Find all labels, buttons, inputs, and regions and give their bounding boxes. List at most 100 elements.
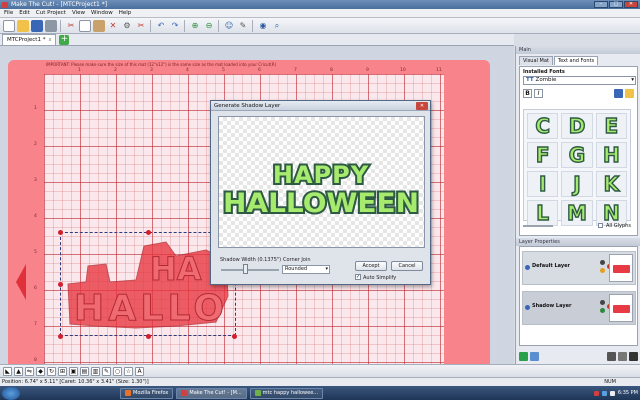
glyph-cell[interactable]: D bbox=[561, 113, 593, 139]
maximize-button[interactable]: □ bbox=[609, 1, 623, 8]
shadow-icon[interactable]: ▣ bbox=[69, 366, 78, 376]
selection-handle[interactable] bbox=[58, 282, 63, 287]
tab-visual-mat[interactable]: Visual Mat bbox=[519, 56, 553, 65]
settings-icon[interactable]: ⚙ bbox=[121, 20, 133, 32]
glyph-size-slider[interactable] bbox=[523, 225, 553, 227]
glyph-cell[interactable]: C bbox=[527, 113, 559, 139]
menu-window[interactable]: Window bbox=[91, 10, 113, 16]
scissors-icon[interactable]: ✂ bbox=[135, 20, 147, 32]
accept-button[interactable]: Accept bbox=[355, 261, 387, 271]
redo-icon[interactable]: ↷ bbox=[169, 20, 181, 32]
user-icon[interactable]: ☺ bbox=[223, 20, 235, 32]
clock[interactable]: 6:35 PM bbox=[618, 390, 638, 396]
text-tool-icon[interactable] bbox=[614, 89, 623, 98]
eye-icon[interactable] bbox=[600, 300, 605, 305]
close-button[interactable]: ✕ bbox=[624, 1, 638, 8]
menu-file[interactable]: File bbox=[4, 10, 13, 16]
menu-help[interactable]: Help bbox=[119, 10, 132, 16]
menu-view[interactable]: View bbox=[72, 10, 85, 16]
print-layer-icon[interactable] bbox=[607, 351, 616, 361]
trace-icon[interactable]: ✎ bbox=[102, 366, 111, 376]
glyph-cell[interactable]: J bbox=[561, 171, 593, 197]
start-button[interactable] bbox=[2, 386, 20, 400]
tab-mtcproject1[interactable]: MTCProject1 * x bbox=[2, 34, 57, 45]
shadow-width-track[interactable] bbox=[221, 269, 279, 271]
task-firefox[interactable]: Mozilla Firefox bbox=[120, 387, 174, 399]
shadow-width-slider[interactable] bbox=[242, 264, 248, 274]
glyph-cell[interactable]: H bbox=[595, 142, 627, 168]
layer-more-icon[interactable] bbox=[629, 351, 638, 361]
corner-join-select[interactable]: Rounded ▾ bbox=[282, 265, 330, 274]
copy-icon[interactable] bbox=[79, 19, 91, 32]
all-glyphs-checkbox[interactable] bbox=[598, 223, 603, 228]
node-edit-icon[interactable]: ◣ bbox=[3, 366, 12, 376]
glyph-cell[interactable]: I bbox=[527, 171, 559, 197]
layer-default[interactable]: Default Layer bbox=[522, 251, 636, 285]
layer-options-icon[interactable] bbox=[530, 351, 539, 361]
font-select[interactable]: TT Zombie ▾ bbox=[523, 76, 636, 85]
circle-icon[interactable]: ○ bbox=[113, 366, 122, 376]
weld-icon[interactable]: ⊞ bbox=[58, 366, 67, 376]
ruler-tick: 7 bbox=[294, 68, 297, 73]
cut-icon[interactable]: ✂ bbox=[65, 20, 77, 32]
glyph-cell[interactable]: E bbox=[595, 113, 627, 139]
star-icon[interactable]: ☆ bbox=[124, 366, 133, 376]
search-icon[interactable]: ⌕ bbox=[271, 20, 283, 32]
add-layer-icon[interactable] bbox=[519, 351, 528, 361]
new-icon[interactable] bbox=[3, 19, 15, 32]
flip-icon[interactable]: ⇋ bbox=[25, 366, 34, 376]
print-icon[interactable] bbox=[45, 19, 57, 32]
globe-icon[interactable]: ◉ bbox=[257, 20, 269, 32]
task-image[interactable]: mtc happy hallowee... bbox=[249, 387, 324, 399]
selection-handle[interactable] bbox=[146, 230, 151, 235]
dialog-close-button[interactable]: ✕ bbox=[416, 102, 428, 110]
rotate-icon[interactable]: ↻ bbox=[47, 366, 56, 376]
paste-text-icon[interactable] bbox=[625, 89, 634, 98]
task-make-the-cut[interactable]: Make The Cut! - [M... bbox=[176, 387, 247, 399]
glyph-cell[interactable]: L bbox=[527, 200, 559, 226]
network-icon[interactable] bbox=[601, 390, 607, 396]
volume-icon[interactable] bbox=[609, 390, 615, 396]
lock-icon[interactable] bbox=[600, 268, 605, 273]
text-icon[interactable]: A bbox=[135, 366, 144, 376]
save-icon[interactable] bbox=[31, 19, 43, 32]
selection-handle[interactable] bbox=[232, 334, 237, 339]
menu-cut-project[interactable]: Cut Project bbox=[36, 10, 66, 16]
scroll-left-arrow[interactable] bbox=[16, 264, 26, 300]
menu-edit[interactable]: Edit bbox=[19, 10, 30, 16]
delete-icon[interactable]: ✕ bbox=[107, 20, 119, 32]
group-icon[interactable]: ▤ bbox=[80, 366, 89, 376]
lock-icon[interactable] bbox=[600, 308, 605, 313]
glyph-cell[interactable]: F bbox=[527, 142, 559, 168]
tab-close-icon[interactable]: x bbox=[48, 37, 51, 43]
cancel-button[interactable]: Cancel bbox=[391, 261, 423, 271]
glyph-char: G bbox=[568, 142, 586, 167]
pen-icon[interactable]: ✎ bbox=[237, 20, 249, 32]
glyph-cell[interactable]: K bbox=[595, 171, 627, 197]
trash-icon[interactable] bbox=[618, 351, 627, 361]
undo-icon[interactable]: ↶ bbox=[155, 20, 167, 32]
halloween-shape[interactable]: HALLO HA bbox=[66, 236, 230, 330]
selection-handle[interactable] bbox=[58, 334, 63, 339]
minimize-button[interactable]: – bbox=[594, 1, 608, 8]
align-icon[interactable]: ▲ bbox=[14, 366, 23, 376]
bold-button[interactable]: B bbox=[523, 89, 532, 98]
tray-app-icon[interactable] bbox=[593, 390, 599, 396]
title-bar: Make The Cut! - [MTCProject1 *] – □ ✕ bbox=[0, 0, 640, 9]
glyph-cell[interactable]: M bbox=[561, 200, 593, 226]
shape-icon[interactable]: ◆ bbox=[36, 366, 45, 376]
paste-icon[interactable] bbox=[93, 19, 105, 32]
eye-icon[interactable] bbox=[600, 260, 605, 265]
tab-text-and-fonts[interactable]: Text and Fonts bbox=[553, 56, 599, 65]
ungroup-icon[interactable]: ▥ bbox=[91, 366, 100, 376]
selection-handle[interactable] bbox=[58, 230, 63, 235]
layer-shadow[interactable]: Shadow Layer bbox=[522, 291, 636, 325]
zoom-in-icon[interactable]: ⊕ bbox=[189, 20, 201, 32]
italic-button[interactable]: I bbox=[534, 89, 543, 98]
selection-handle[interactable] bbox=[146, 334, 151, 339]
glyph-cell[interactable]: G bbox=[561, 142, 593, 168]
open-icon[interactable] bbox=[17, 19, 29, 32]
add-tab-button[interactable]: + bbox=[59, 34, 70, 45]
zoom-out-icon[interactable]: ⊖ bbox=[203, 20, 215, 32]
auto-simplify-checkbox[interactable]: ✓ bbox=[355, 274, 361, 280]
